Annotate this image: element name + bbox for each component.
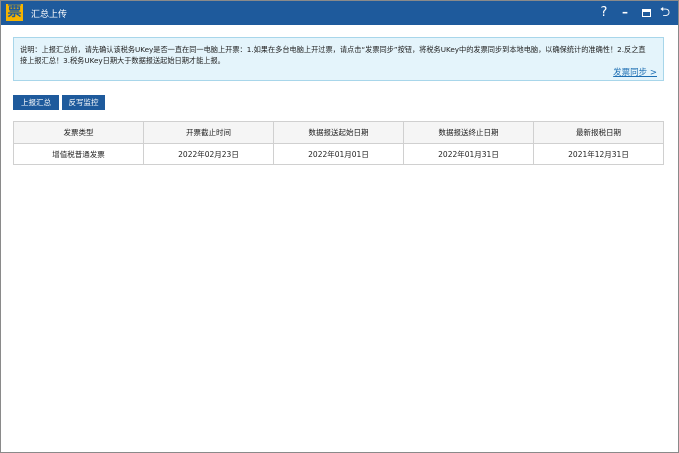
cell-latest-tax-date: 2021年12月31日 [533, 143, 664, 165]
col-latest-tax-date: 最新报税日期 [533, 121, 664, 144]
cell-report-start: 2022年01月01日 [273, 143, 404, 165]
maximize-icon[interactable] [638, 4, 654, 21]
notice-text: 说明：上报汇总前，请先确认该税务UKey是否一直在同一电脑上开票：1.如果在多台… [20, 45, 646, 65]
title-bar: 票 汇总上传 ? – ⮌ [1, 1, 678, 25]
invoice-sync-link[interactable]: 发票同步 > [613, 66, 657, 78]
summary-table: 发票类型 开票截止时间 数据报送起始日期 数据报送终止日期 最新报税日期 增值税… [13, 121, 664, 165]
window-title: 汇总上传 [31, 10, 68, 20]
col-report-end: 数据报送终止日期 [403, 121, 534, 144]
writeback-monitor-button[interactable]: 反写监控 [62, 95, 105, 110]
minimize-icon[interactable]: – [617, 4, 633, 21]
help-icon[interactable]: ? [596, 4, 612, 21]
col-invoice-type: 发票类型 [13, 121, 144, 144]
table-row[interactable]: 增值税普通发票 2022年02月23日 2022年01月01日 2022年01月… [13, 143, 664, 165]
report-summary-button[interactable]: 上报汇总 [13, 95, 59, 110]
col-report-start: 数据报送起始日期 [273, 121, 404, 144]
cell-report-end: 2022年01月31日 [403, 143, 534, 165]
back-icon[interactable]: ⮌ [657, 4, 673, 21]
app-window: 票 汇总上传 ? – ⮌ 说明：上报汇总前，请先确认该税务UKey是否一直在同一… [0, 0, 679, 453]
cell-invoice-type: 增值税普通发票 [13, 143, 144, 165]
col-issue-deadline: 开票截止时间 [143, 121, 274, 144]
table-header-row: 发票类型 开票截止时间 数据报送起始日期 数据报送终止日期 最新报税日期 [13, 121, 664, 144]
cell-issue-deadline: 2022年02月23日 [143, 143, 274, 165]
notice-panel: 说明：上报汇总前，请先确认该税务UKey是否一直在同一电脑上开票：1.如果在多台… [13, 37, 664, 81]
invoice-logo-icon: 票 [6, 4, 23, 21]
